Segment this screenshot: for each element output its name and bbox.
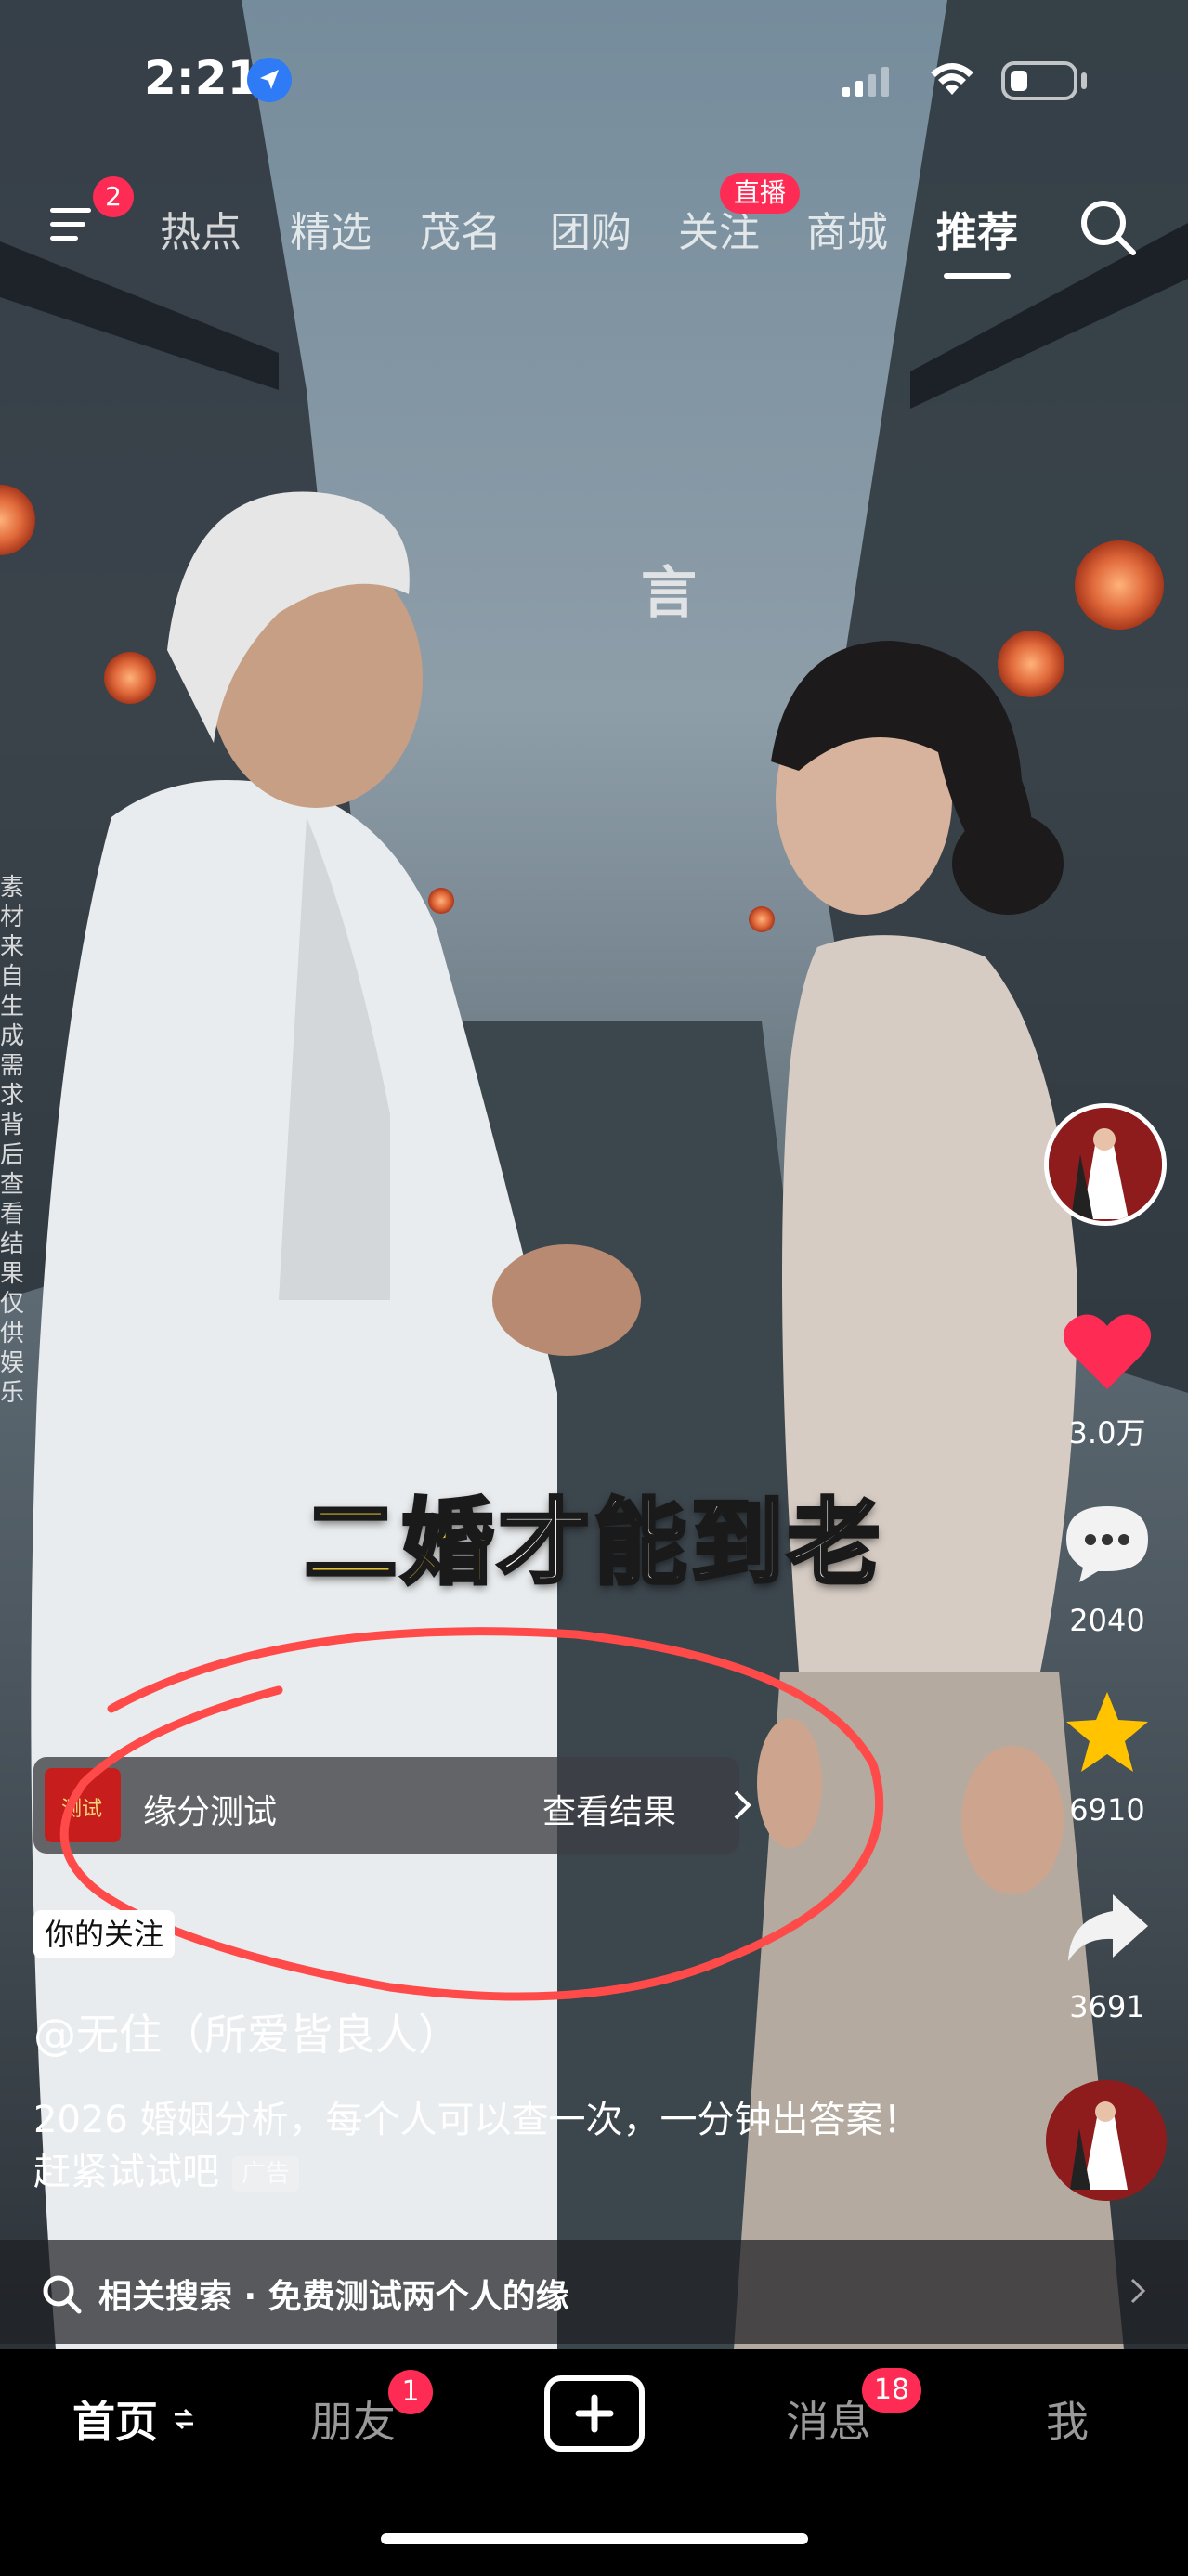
like-heart-icon[interactable]	[1061, 1309, 1154, 1393]
video-caption: 二婚才能到老	[0, 1467, 1188, 1602]
battery-nub	[1081, 72, 1087, 89]
chevron-right-icon	[734, 1790, 751, 1820]
create-post-button[interactable]	[544, 2375, 645, 2452]
tab-mall[interactable]: 商城	[806, 199, 888, 258]
active-tab-indicator	[944, 273, 1011, 279]
favorite-count: 6910	[1069, 1792, 1145, 1828]
related-search-text: 相关搜索 · 免费测试两个人的缘	[98, 2278, 569, 2316]
like-count: 3.0万	[1068, 1415, 1146, 1451]
nav-home[interactable]: 首页	[72, 2388, 158, 2450]
menu-icon[interactable]	[48, 202, 100, 247]
location-arrow-icon	[247, 58, 292, 102]
caption-text: 才能到老	[496, 1487, 884, 1599]
wifi-icon	[931, 63, 973, 95]
author-name[interactable]: @无住（所爱皆良人）	[33, 2001, 461, 2062]
video-frame-illustration	[0, 0, 1188, 2349]
following-badge: 你的关注	[33, 1910, 176, 1958]
video-watermark: 言	[641, 561, 697, 626]
cellular-signal-icon	[842, 67, 889, 97]
search-icon[interactable]	[1077, 197, 1139, 258]
side-disclaimer-text: 素材来自生成需求背后查看结果仅供娱乐	[0, 874, 25, 1407]
caption-highlight-prefix: 二	[303, 1487, 401, 1599]
home-indicator	[381, 2533, 808, 2544]
tab-recommended[interactable]: 推荐	[936, 199, 1018, 258]
favorite-star-icon[interactable]	[1064, 1690, 1150, 1774]
top-nav: 2 热点 精选 茂名 团购 关注 直播 商城 推荐	[0, 167, 1188, 279]
live-badge: 直播	[720, 173, 800, 214]
friends-badge: 1	[388, 2370, 433, 2414]
status-bar: 2:21	[0, 0, 1188, 158]
ad-thumb-text: 测试	[61, 1798, 103, 1821]
related-search-icon	[43, 2275, 82, 2314]
messages-badge: 18	[862, 2368, 921, 2413]
post-description-text: 2026 婚姻分析，每个人可以查一次，一分钟出答案！赶紧试试吧	[33, 2099, 920, 2193]
status-time: 2:21	[144, 51, 260, 105]
switch-arrows-icon[interactable]	[173, 2407, 195, 2431]
tab-featured[interactable]: 精选	[290, 199, 372, 258]
share-arrow-icon[interactable]	[1064, 1891, 1150, 1965]
tab-maoming[interactable]: 茂名	[420, 199, 502, 258]
tab-group-buy[interactable]: 团购	[550, 199, 632, 258]
nav-friends[interactable]: 朋友	[310, 2388, 396, 2450]
ad-view-result-button[interactable]: 查看结果	[542, 1785, 676, 1833]
plus-icon	[575, 2394, 614, 2433]
share-count: 3691	[1069, 1989, 1145, 2024]
comment-count: 2040	[1069, 1603, 1145, 1638]
comment-icon[interactable]	[1063, 1503, 1152, 1584]
video-player[interactable]	[0, 0, 1188, 2349]
chevron-right-icon	[1130, 2278, 1146, 2304]
author-avatar[interactable]	[1044, 1103, 1167, 1226]
ad-card[interactable]: 测试 缘分测试 查看结果	[33, 1757, 751, 1854]
related-search-bar[interactable]: 相关搜索 · 免费测试两个人的缘	[0, 2240, 1188, 2344]
ad-tag: 广告	[232, 2156, 300, 2192]
ad-thumbnail: 测试	[45, 1768, 121, 1842]
nav-messages[interactable]: 消息	[786, 2388, 871, 2450]
caption-highlight: 婚	[399, 1487, 498, 1599]
tab-hot[interactable]: 热点	[160, 199, 242, 258]
nav-me[interactable]: 我	[1046, 2388, 1089, 2450]
post-description: 2026 婚姻分析，每个人可以查一次，一分钟出答案！赶紧试试吧 广告	[33, 2094, 925, 2198]
menu-notification-badge: 2	[93, 176, 134, 217]
battery-icon	[1001, 61, 1077, 100]
music-disc-avatar[interactable]	[1046, 2080, 1167, 2201]
ad-title: 缘分测试	[143, 1793, 278, 1831]
